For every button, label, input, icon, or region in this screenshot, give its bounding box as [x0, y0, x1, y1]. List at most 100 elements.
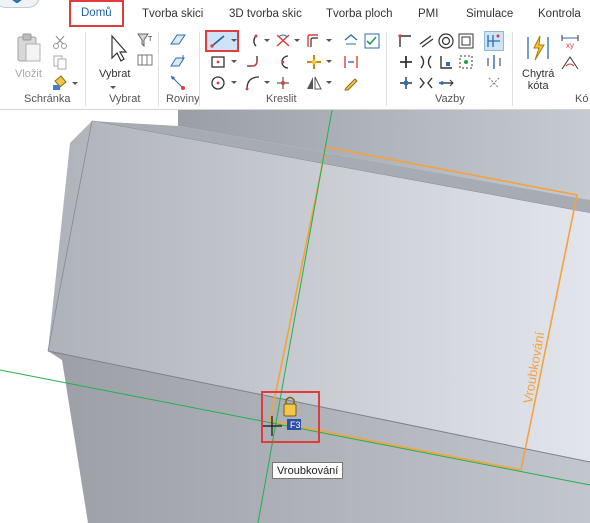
curve-dropdown[interactable]	[264, 81, 270, 84]
rectangle-button[interactable]	[208, 52, 228, 72]
ribbon: Domů Tvorba skici 3D tvorba skic Tvorba …	[0, 0, 590, 110]
select-button[interactable]	[104, 32, 130, 64]
tab-pmi[interactable]: PMI	[418, 8, 438, 20]
arc-button[interactable]	[243, 31, 263, 51]
line-button[interactable]	[208, 31, 228, 51]
tab-simulation[interactable]: Simulace	[466, 8, 513, 20]
pencil-button[interactable]	[341, 73, 361, 93]
cut-button[interactable]	[50, 32, 70, 52]
select-options-button[interactable]	[135, 50, 155, 70]
curve-button[interactable]	[243, 73, 263, 93]
smart-dimension-label-line2: kóta	[527, 80, 549, 92]
trim-icon	[276, 34, 290, 47]
circle-dropdown[interactable]	[231, 81, 237, 84]
svg-text:xy: xy	[566, 41, 574, 50]
grid-select-icon	[137, 54, 153, 66]
relation-handles-icon	[488, 77, 500, 89]
mirror-icon	[307, 76, 322, 90]
select-dropdown[interactable]	[110, 86, 116, 89]
paste-button[interactable]	[14, 32, 44, 64]
horizontal-align-button[interactable]	[436, 73, 456, 93]
line-icon	[210, 35, 225, 48]
scissors-icon	[53, 35, 67, 49]
tangent-relation-button[interactable]	[416, 52, 436, 72]
smart-dimension-label: Chytrá kóta	[522, 68, 554, 92]
tab-surfacing[interactable]: Tvorba ploch	[326, 8, 392, 20]
collinear-icon	[400, 77, 412, 89]
group-separator	[199, 32, 200, 106]
tangent-icon	[420, 55, 432, 69]
symmetric-relation-button[interactable]	[484, 52, 504, 72]
plane-icon	[170, 34, 186, 45]
move-button[interactable]	[304, 52, 324, 72]
trim-button[interactable]	[273, 31, 293, 51]
select-label: Vybrat	[99, 68, 131, 80]
connect-relation-button[interactable]	[396, 31, 416, 51]
point-button[interactable]	[273, 73, 293, 93]
parallel-relation-button[interactable]	[416, 31, 436, 51]
cursor-arrow-icon	[111, 34, 128, 62]
plane-coincident-button[interactable]	[168, 30, 188, 50]
checkbox-grid-icon	[364, 33, 380, 49]
horizontal-arrow-icon	[439, 79, 454, 87]
plane-axis-icon	[170, 75, 185, 90]
move-dropdown[interactable]	[326, 60, 332, 63]
group-separator	[386, 32, 387, 106]
equal-icon	[458, 33, 474, 49]
copy-button[interactable]	[50, 52, 70, 72]
mirror-dropdown[interactable]	[326, 81, 332, 84]
lock-relation-button[interactable]	[456, 52, 476, 72]
plus-relation-icon	[400, 56, 412, 68]
maintain-relations-button[interactable]	[484, 31, 504, 51]
concentric-relation-button[interactable]	[436, 31, 456, 51]
group-separator	[512, 32, 513, 106]
paste-special-dropdown[interactable]	[72, 82, 78, 85]
circle-icon	[211, 76, 225, 90]
arc-dropdown[interactable]	[264, 39, 270, 42]
intellisketch-button[interactable]	[341, 31, 361, 51]
project-button[interactable]	[341, 52, 361, 72]
collinear-relation-button[interactable]	[396, 73, 416, 93]
trim-dropdown[interactable]	[294, 39, 300, 42]
paste-special-button[interactable]	[50, 72, 70, 92]
relation-assist-button[interactable]	[362, 31, 382, 51]
application-button[interactable]	[0, 0, 40, 8]
dimension-group-label: Kó	[575, 93, 589, 105]
symmetric-icon	[487, 55, 501, 69]
tab-home[interactable]: Domů	[69, 0, 124, 27]
distance-dimension-button[interactable]: xy	[560, 31, 580, 51]
perpendicular-relation-button[interactable]	[396, 52, 416, 72]
relations-group-label: Vazby	[435, 93, 465, 105]
paste-label: Vložit	[15, 68, 42, 80]
tab-sketching[interactable]: Tvorba skici	[142, 8, 203, 20]
draw-group-label: Kreslit	[266, 93, 297, 105]
offset-dropdown[interactable]	[326, 39, 332, 42]
relations-grid-icon	[487, 34, 500, 47]
connect-icon	[398, 34, 411, 47]
tab-3d-sketching[interactable]: 3D tvorba skic	[229, 8, 302, 20]
smart-dimension-button[interactable]	[524, 32, 552, 64]
plane-normal-button[interactable]	[168, 72, 188, 92]
circle-button[interactable]	[208, 73, 228, 93]
fillet-button[interactable]	[243, 52, 263, 72]
fillet-arc-button[interactable]	[273, 52, 293, 72]
clipboard-icon	[17, 33, 41, 62]
rigid-relation-button[interactable]	[416, 73, 436, 93]
group-separator	[158, 32, 159, 106]
dotted-lock-icon	[459, 55, 473, 69]
tab-inspect[interactable]: Kontrola	[538, 8, 581, 20]
angle-dimension-icon	[561, 56, 579, 70]
mirror-button[interactable]	[304, 73, 324, 93]
filter-button[interactable]: T	[135, 30, 155, 50]
relation-handles-button[interactable]	[484, 73, 504, 93]
rectangle-dropdown[interactable]	[231, 60, 237, 63]
point-icon	[277, 77, 289, 89]
svg-text:T: T	[148, 36, 153, 43]
offset-button[interactable]	[304, 31, 324, 51]
plane-offset-button[interactable]	[168, 51, 188, 71]
angle-dimension-button[interactable]	[560, 52, 580, 72]
horizontal-vertical-relation-button[interactable]	[436, 52, 456, 72]
concentric-icon	[438, 33, 454, 49]
line-dropdown[interactable]	[231, 39, 237, 42]
equal-relation-button[interactable]	[456, 31, 476, 51]
